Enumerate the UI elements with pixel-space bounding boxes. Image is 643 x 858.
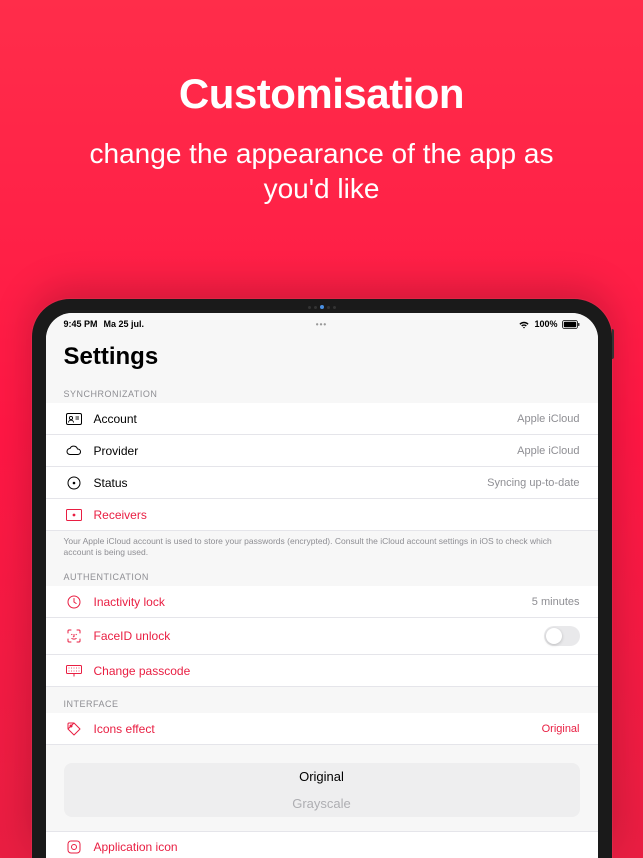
row-label: Receivers (94, 508, 147, 522)
row-status[interactable]: Status Syncing up-to-date (46, 467, 598, 499)
icons-effect-picker[interactable]: Original Grayscale (64, 763, 580, 817)
section-header-sync: SYNCHRONIZATION (46, 377, 598, 403)
row-label: Provider (94, 444, 139, 458)
hero-title: Customisation (40, 70, 603, 118)
account-card-icon (64, 413, 84, 425)
row-receivers[interactable]: Receivers (46, 499, 598, 531)
hero-subtitle: change the appearance of the app as you'… (82, 136, 562, 206)
section-footer-sync: Your Apple iCloud account is used to sto… (46, 531, 598, 560)
row-icons-effect[interactable]: Icons effect Original (46, 713, 598, 745)
row-provider[interactable]: Provider Apple iCloud (46, 435, 598, 467)
row-label: Icons effect (94, 722, 155, 736)
app-icon-icon (64, 840, 84, 854)
row-value: Original (542, 723, 580, 735)
section-header-interface: INTERFACE (46, 687, 598, 713)
wifi-icon (518, 320, 530, 329)
status-time: 9:45 PM (64, 319, 98, 329)
status-multitask-icon: ••• (316, 320, 327, 329)
row-label: Change passcode (94, 664, 191, 678)
row-label: FaceID unlock (94, 629, 171, 643)
clock-icon (64, 595, 84, 609)
keyboard-icon (64, 665, 84, 677)
device-frame: 9:45 PM Ma 25 jul. ••• 100% Settings SYN… (32, 299, 612, 858)
battery-icon (562, 320, 580, 329)
battery-percent: 100% (534, 319, 557, 329)
row-value: Apple iCloud (517, 445, 579, 457)
row-account[interactable]: Account Apple iCloud (46, 403, 598, 435)
row-label: Inactivity lock (94, 595, 165, 609)
row-label: Status (94, 476, 128, 490)
faceid-icon (64, 629, 84, 643)
tag-icon (64, 722, 84, 736)
status-date: Ma 25 jul. (104, 319, 145, 329)
cloud-icon (64, 445, 84, 456)
picker-option-original[interactable]: Original (64, 763, 580, 790)
page-title: Settings (46, 331, 598, 377)
sync-status-icon (64, 476, 84, 490)
row-label: Application icon (94, 840, 178, 854)
row-inactivity-lock[interactable]: Inactivity lock 5 minutes (46, 586, 598, 618)
row-value: 5 minutes (532, 596, 580, 608)
row-value: Apple iCloud (517, 413, 579, 425)
receivers-icon (64, 509, 84, 521)
row-value: Syncing up-to-date (487, 477, 579, 489)
picker-option-grayscale[interactable]: Grayscale (64, 790, 580, 817)
device-screen: 9:45 PM Ma 25 jul. ••• 100% Settings SYN… (46, 313, 598, 858)
device-camera (308, 305, 336, 309)
section-header-auth: AUTHENTICATION (46, 560, 598, 586)
row-faceid[interactable]: FaceID unlock (46, 618, 598, 655)
row-application-icon[interactable]: Application icon (46, 831, 598, 858)
status-bar: 9:45 PM Ma 25 jul. ••• 100% (46, 313, 598, 331)
faceid-toggle[interactable] (544, 626, 580, 646)
row-label: Account (94, 412, 137, 426)
row-change-passcode[interactable]: Change passcode (46, 655, 598, 687)
device-side-button (612, 329, 614, 359)
